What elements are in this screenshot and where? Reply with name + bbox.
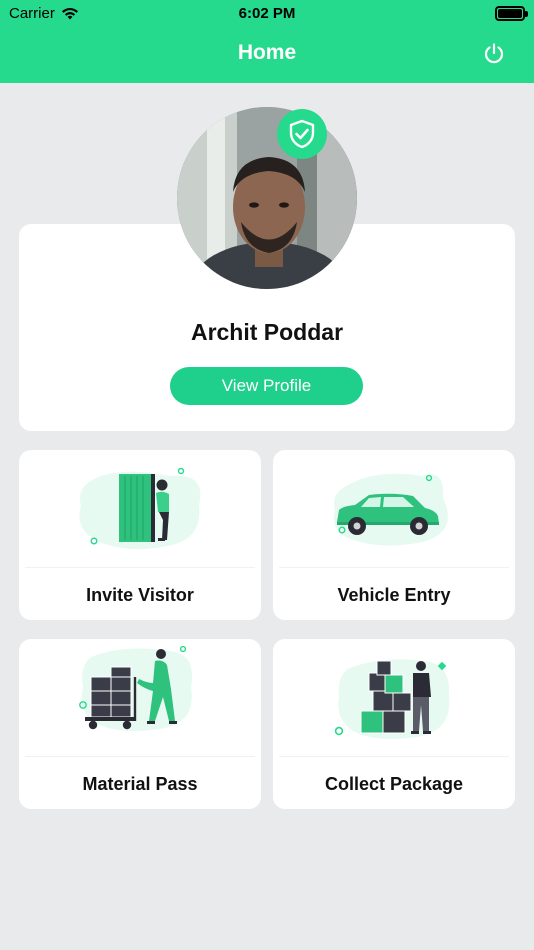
material-pass-label: Material Pass — [82, 774, 198, 794]
profile-name: Archit Poddar — [190, 319, 344, 345]
material-pass-illustration — [79, 645, 193, 731]
vehicle-entry-illustration — [333, 473, 448, 546]
shield-check-icon — [289, 119, 315, 149]
power-icon — [484, 43, 504, 64]
collect-package-label: Collect Package — [324, 774, 464, 794]
collect-package-tile[interactable]: Collect Package — [273, 639, 515, 809]
material-pass-tile[interactable]: Material Pass — [19, 639, 261, 809]
invite-visitor-tile[interactable]: Invite Visitor — [19, 450, 261, 620]
collect-package-illustration — [334, 659, 450, 739]
vehicle-entry-tile[interactable]: Vehicle Entry — [273, 450, 515, 620]
header-bar: Carrier 6:02 PM Home — [0, 0, 534, 83]
power-button[interactable] — [482, 42, 506, 66]
avatar-container — [177, 107, 357, 289]
status-bar: Carrier 6:02 PM — [0, 0, 534, 28]
vehicle-entry-label: Vehicle Entry — [337, 585, 451, 605]
invite-visitor-label: Invite Visitor — [86, 585, 194, 605]
tile-divider — [25, 567, 255, 568]
tile-divider — [279, 567, 509, 568]
page-title: Home — [237, 41, 297, 64]
battery-icon — [495, 6, 528, 21]
avatar[interactable] — [177, 107, 357, 289]
invite-visitor-illustration — [79, 467, 201, 550]
tile-divider — [279, 756, 509, 757]
verified-badge — [277, 109, 327, 159]
view-profile-button[interactable]: View Profile — [170, 367, 363, 405]
status-time: 6:02 PM — [238, 5, 296, 22]
tile-divider — [25, 756, 255, 757]
